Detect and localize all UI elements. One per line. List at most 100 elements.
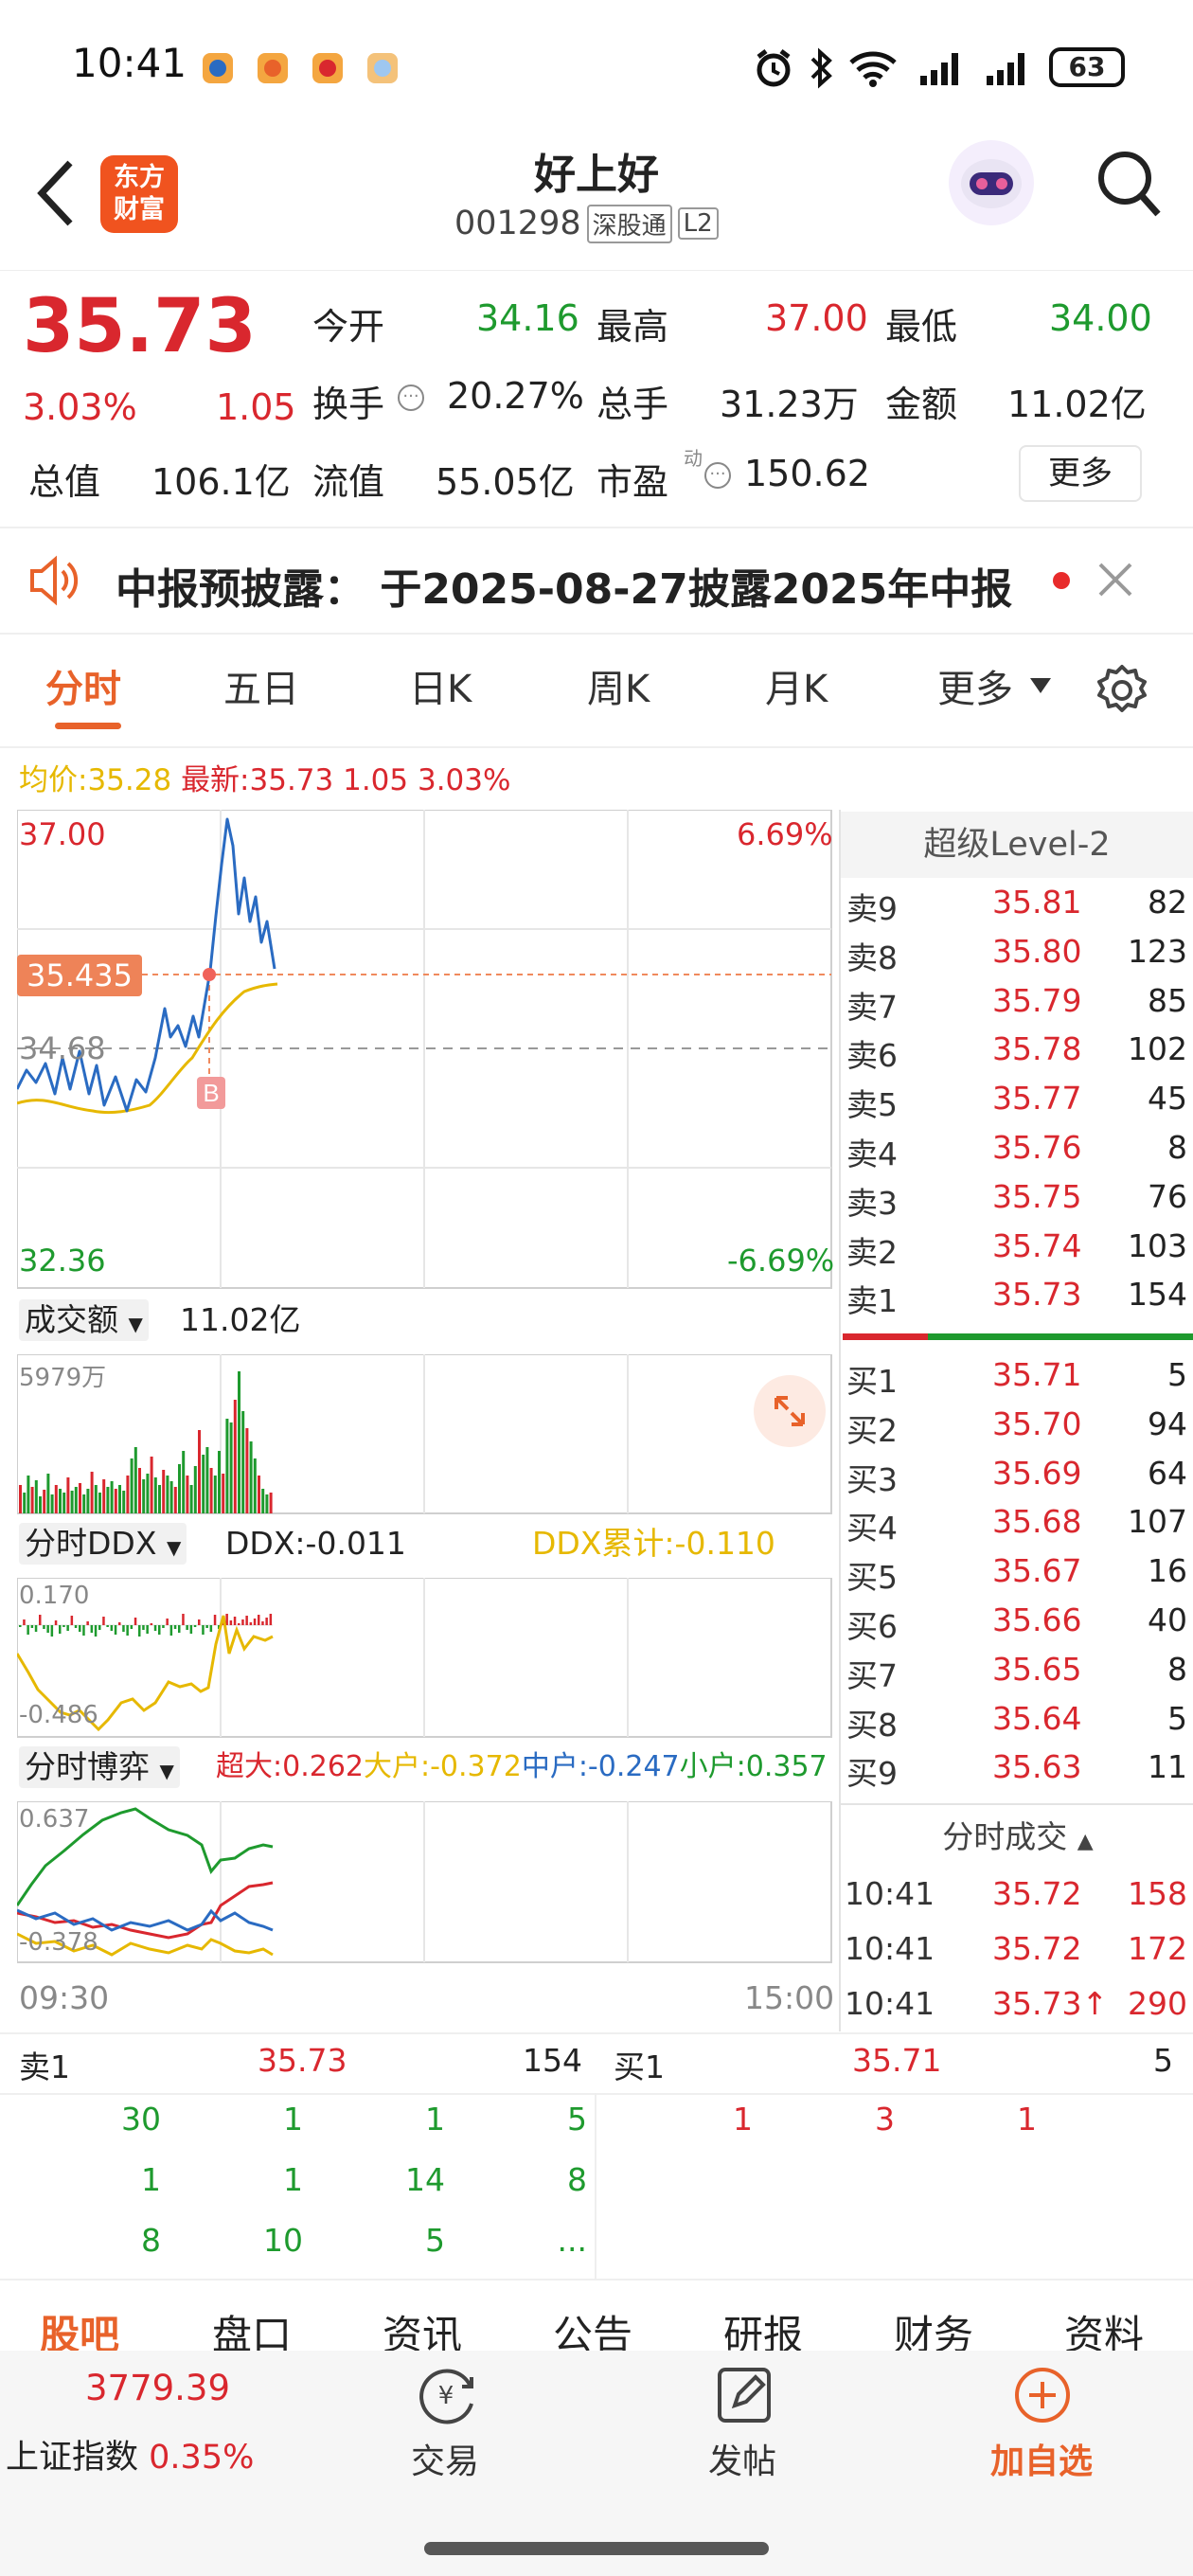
bid-row[interactable]: 买5 35.67 16 <box>843 1552 1193 1601</box>
search-icon[interactable] <box>1095 146 1163 222</box>
ddx-bar <box>238 1623 240 1625</box>
ask-row[interactable]: 卖8 35.80 123 <box>843 933 1193 982</box>
bid-price: 35.67 <box>992 1552 1082 1590</box>
volume-bar <box>150 1457 153 1513</box>
volume-bar <box>118 1485 121 1513</box>
bluetooth-icon <box>810 47 832 89</box>
close-icon[interactable] <box>1096 561 1134 599</box>
ask-price: 35.74 <box>992 1226 1082 1264</box>
ddx-bar <box>233 1617 237 1625</box>
tab-daily-k[interactable]: 日K <box>409 658 472 713</box>
low-label: 最低 <box>885 306 958 348</box>
ddx-bar <box>249 1622 253 1625</box>
info-icon[interactable]: ··· <box>398 385 424 411</box>
volume-bar <box>50 1494 54 1513</box>
bid-row[interactable]: 买2 35.70 94 <box>843 1405 1193 1455</box>
ask-row[interactable]: 卖7 35.79 85 <box>843 982 1193 1031</box>
ddx-bar <box>66 1625 69 1631</box>
ask-volume: 103 <box>1128 1226 1187 1264</box>
unread-dot <box>1053 572 1070 589</box>
ddx-bar <box>70 1616 74 1625</box>
tab-more[interactable]: 更多 <box>937 658 1013 713</box>
volume-bar <box>146 1474 150 1513</box>
bid-row[interactable]: 买7 35.65 8 <box>843 1651 1193 1700</box>
chart-mid-price: 34.68 <box>19 1030 106 1066</box>
tab-weekly-k[interactable]: 周K <box>587 658 650 713</box>
volume-bar <box>94 1485 98 1513</box>
volume-bar <box>162 1470 166 1513</box>
wifi-icon <box>849 51 897 87</box>
index-row[interactable]: 上证指数 0.35% <box>6 2430 254 2478</box>
ddx-bar <box>245 1616 248 1625</box>
expand-icon[interactable] <box>754 1375 826 1447</box>
volume-bar <box>182 1451 186 1513</box>
tab-monthly-k[interactable]: 月K <box>765 658 828 713</box>
add-watchlist-label[interactable]: 加自选 <box>990 2434 1093 2483</box>
ddx-bar <box>198 1619 201 1625</box>
more-quote-button[interactable]: 更多 <box>1019 445 1142 502</box>
post-label[interactable]: 发帖 <box>708 2434 776 2483</box>
notice-text[interactable]: 中报预披露： 于2025-08-27披露2025年中报 <box>116 555 1012 616</box>
app-notification-icon <box>258 53 288 83</box>
ask-volume: 45 <box>1148 1080 1187 1118</box>
ask-row[interactable]: 卖3 35.75 76 <box>843 1178 1193 1227</box>
bid-row[interactable]: 买8 35.64 5 <box>843 1700 1193 1749</box>
bid-row[interactable]: 买9 35.63 11 <box>843 1748 1193 1798</box>
volume-value: 31.23万 <box>720 384 859 425</box>
ddx-bar <box>114 1625 117 1635</box>
ddx-bar <box>79 1625 81 1632</box>
ddx-bar <box>134 1618 137 1625</box>
ddx-selector[interactable]: 分时DDX ▼ <box>19 1523 187 1565</box>
ask-row[interactable]: 卖1 35.73 154 <box>843 1276 1193 1325</box>
volume-bar <box>43 1490 46 1513</box>
ask-price: 35.73 <box>992 1276 1082 1314</box>
volume-bar <box>258 1476 260 1513</box>
ddx-chart[interactable] <box>17 1578 833 1739</box>
trade-icon[interactable]: ¥ <box>415 2364 481 2426</box>
volume-bar <box>138 1468 141 1513</box>
tab-5day[interactable]: 五日 <box>223 658 299 713</box>
amount-label: 金额 <box>885 384 958 425</box>
bid-row[interactable]: 买6 35.66 40 <box>843 1601 1193 1651</box>
game-selector[interactable]: 分时博弈 ▼ <box>19 1746 180 1788</box>
ask-label: 卖7 <box>846 988 898 1026</box>
queue-order-size: 30 <box>121 2101 161 2138</box>
level2-title[interactable]: 超级Level-2 <box>841 812 1193 878</box>
add-watchlist-icon[interactable] <box>1009 2364 1076 2426</box>
volume-selector[interactable]: 成交额 ▼ <box>19 1299 149 1341</box>
intraday-price-chart[interactable]: B <box>17 810 833 1289</box>
open-value: 34.16 <box>476 297 579 339</box>
home-indicator[interactable] <box>424 2542 769 2555</box>
bid-row[interactable]: 买4 35.68 107 <box>843 1503 1193 1552</box>
tab-intraday[interactable]: 分时 <box>45 658 121 713</box>
cursor-price-tag: 35.435 <box>17 955 142 996</box>
ask-row[interactable]: 卖4 35.76 8 <box>843 1129 1193 1178</box>
ask-row[interactable]: 卖6 35.78 102 <box>843 1030 1193 1080</box>
volume-bar <box>158 1485 161 1513</box>
volume-bar <box>222 1474 225 1513</box>
ask-row[interactable]: 卖9 35.81 82 <box>843 884 1193 933</box>
ask-label: 卖9 <box>846 890 898 927</box>
gear-icon[interactable] <box>1095 663 1149 718</box>
trade-label[interactable]: 交易 <box>411 2434 479 2483</box>
ticks-title[interactable]: 分时成交 ▲ <box>843 1814 1193 1866</box>
volume-bar <box>169 1481 173 1513</box>
ask-row[interactable]: 卖5 35.77 45 <box>843 1080 1193 1129</box>
info-icon[interactable]: ··· <box>704 462 731 489</box>
bid-row[interactable]: 买3 35.69 64 <box>843 1455 1193 1504</box>
bid-row[interactable]: 买1 35.71 5 <box>843 1356 1193 1405</box>
chart-bottom-pct: -6.69% <box>727 1243 835 1279</box>
queue-order-size: 1 <box>283 2101 303 2138</box>
queue-order-size: 1 <box>1017 2101 1037 2138</box>
pe-dynamic-mark: 动 <box>684 447 703 470</box>
volume-selector-label: 成交额 <box>25 1301 118 1338</box>
game-chart[interactable] <box>17 1801 833 1964</box>
ask-label: 卖6 <box>846 1037 898 1075</box>
chart-info: 均价:35.28 最新:35.73 1.05 3.03% <box>19 756 510 798</box>
robot-assistant-icon[interactable] <box>945 136 1038 229</box>
ask-row[interactable]: 卖2 35.74 103 <box>843 1227 1193 1277</box>
post-icon[interactable] <box>712 2364 778 2426</box>
volume-chart[interactable] <box>17 1354 833 1515</box>
volume-bar <box>153 1477 157 1513</box>
ddx-bar <box>126 1625 129 1636</box>
